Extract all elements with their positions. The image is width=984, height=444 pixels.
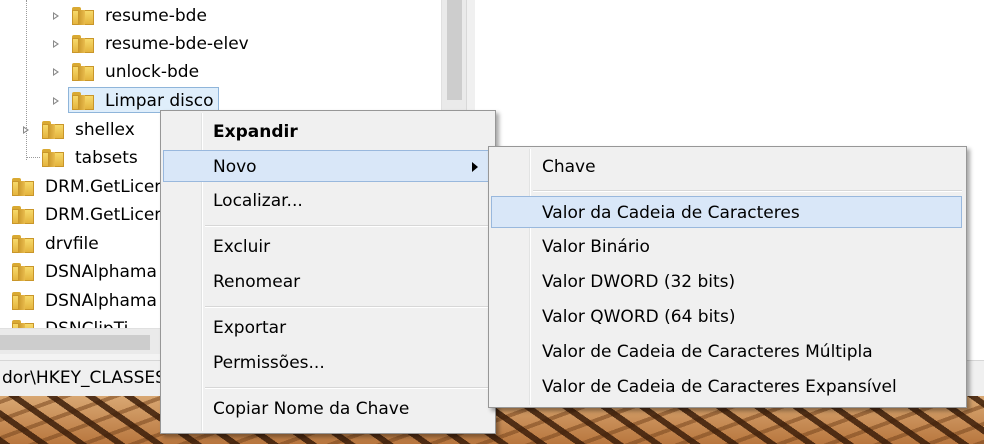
vertical-scrollbar-thumb[interactable]: [447, 0, 462, 100]
folder-icon: [12, 292, 34, 310]
tree-item-label: shellex: [75, 120, 135, 140]
menu-item-renomear[interactable]: Renomear: [163, 266, 493, 298]
menu-item-localizar[interactable]: Localizar...: [163, 185, 493, 217]
menu-separator: [205, 387, 491, 389]
submenu-item-valor-multipla[interactable]: Valor de Cadeia de Caracteres Múltipla: [491, 336, 964, 368]
tree-item-label: tabsets: [75, 148, 138, 168]
folder-icon: [72, 7, 94, 25]
submenu-item-valor-qword[interactable]: Valor QWORD (64 bits): [491, 301, 964, 333]
folder-icon: [42, 121, 64, 139]
tree-item-label: DRM.GetLicen: [45, 177, 166, 197]
tree-item-label: DSNAlphama: [45, 291, 157, 311]
horizontal-scrollbar-thumb[interactable]: [0, 335, 150, 350]
tree-item-label: resume-bde: [105, 6, 207, 26]
context-menu: Expandir Novo Localizar... Excluir Renom…: [160, 110, 496, 434]
folder-icon: [12, 263, 34, 281]
tree-item-label: resume-bde-elev: [105, 34, 249, 54]
submenu-item-valor-cadeia[interactable]: Valor da Cadeia de Caracteres: [491, 196, 962, 228]
folder-icon: [12, 235, 34, 253]
submenu-item-valor-expansivel[interactable]: Valor de Cadeia de Caracteres Expansível: [491, 371, 964, 403]
tree-item-label: DSNAlphama: [45, 262, 157, 282]
menu-item-copiar-nome[interactable]: Copiar Nome da Chave: [163, 393, 493, 425]
menu-separator: [205, 225, 491, 227]
menu-separator: [533, 190, 962, 192]
menu-item-permissoes[interactable]: Permissões...: [163, 347, 493, 379]
menu-item-novo[interactable]: Novo: [163, 150, 493, 182]
expand-arrow-icon[interactable]: [53, 97, 59, 105]
tree-item-unlock-bde[interactable]: unlock-bde: [0, 59, 440, 85]
menu-item-expandir[interactable]: Expandir: [163, 116, 493, 148]
submenu-item-valor-binario[interactable]: Valor Binário: [491, 231, 964, 263]
menu-item-label: Novo: [213, 157, 257, 177]
status-path: dor\HKEY_CLASSES: [2, 368, 166, 388]
tree-item-resume-bde-elev[interactable]: resume-bde-elev: [0, 31, 440, 57]
expand-arrow-icon[interactable]: [23, 126, 29, 134]
tree-item-label: DSNClipTi: [45, 316, 128, 328]
menu-separator: [205, 306, 491, 308]
menu-item-excluir[interactable]: Excluir: [163, 231, 493, 263]
folder-icon: [12, 206, 34, 224]
menu-item-exportar[interactable]: Exportar: [163, 312, 493, 344]
folder-icon: [72, 92, 94, 110]
folder-icon: [72, 63, 94, 81]
folder-icon: [12, 320, 34, 328]
folder-icon: [42, 149, 64, 167]
submenu-item-valor-dword[interactable]: Valor DWORD (32 bits): [491, 266, 964, 298]
expand-arrow-icon[interactable]: [53, 40, 59, 48]
expand-arrow-icon[interactable]: [53, 68, 59, 76]
tree-item-label: unlock-bde: [105, 62, 200, 82]
expand-arrow-icon[interactable]: [53, 12, 59, 20]
tree-item-resume-bde[interactable]: resume-bde: [0, 3, 440, 29]
folder-icon: [12, 178, 34, 196]
submenu-novo: Chave Valor da Cadeia de Caracteres Valo…: [488, 146, 967, 408]
tree-item-label: DRM.GetLicen: [45, 205, 166, 225]
tree-item-label: drvfile: [45, 234, 99, 254]
folder-icon: [72, 35, 94, 53]
submenu-arrow-icon: [472, 162, 478, 172]
submenu-item-chave[interactable]: Chave: [491, 151, 964, 183]
